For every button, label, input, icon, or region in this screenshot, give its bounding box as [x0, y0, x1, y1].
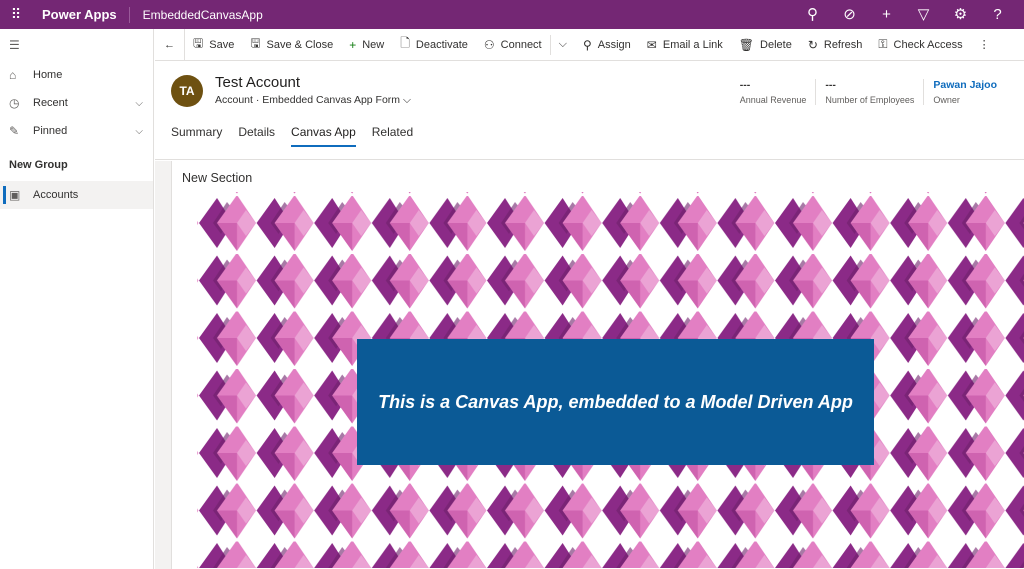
new-button[interactable]: + New: [341, 29, 392, 61]
chevron-down-icon: ⌵: [558, 38, 567, 50]
kpi-owner: Pawan Jajoo Owner: [923, 79, 1006, 105]
app-launcher-icon[interactable]: ⠿: [0, 6, 32, 23]
canvas-app-banner: This is a Canvas App, embedded to a Mode…: [357, 339, 874, 465]
section: New Section This is a Canvas App, embedd…: [171, 161, 1024, 569]
chevron-down-icon: ⌵: [135, 97, 143, 109]
owner-link[interactable]: Pawan Jajoo: [933, 79, 997, 91]
top-bar: ⠿ Power Apps EmbeddedCanvasApp ⚲ ⊘ + ▽ ⚙…: [0, 0, 1024, 29]
sidebar-item-label: Pinned: [33, 125, 68, 137]
kpi-label: Number of Employees: [825, 95, 915, 105]
sidebar-item-label: Home: [33, 69, 63, 81]
chevron-down-icon: ⌵: [402, 94, 411, 106]
label: Deactivate: [415, 38, 468, 51]
deactivate-button[interactable]: 🗋 Deactivate: [392, 29, 476, 61]
email-icon: ✉: [646, 37, 657, 52]
assign-button[interactable]: ⚲ Assign: [575, 29, 639, 61]
task-icon[interactable]: ⊘: [831, 0, 868, 29]
menu-toggle[interactable]: ☰: [0, 29, 153, 61]
sidebar-item-recent[interactable]: ◷ Recent ⌵: [0, 89, 153, 117]
pin-icon: ✎: [9, 124, 20, 138]
sidebar-item-label: Accounts: [33, 189, 79, 201]
kpi-employees: --- Number of Employees: [815, 79, 923, 105]
entity-name: Account: [215, 94, 253, 106]
trash-icon: 🗑: [738, 37, 755, 52]
help-icon[interactable]: ?: [979, 0, 1016, 29]
more-icon: ⋮: [978, 39, 990, 51]
filter-icon[interactable]: ▽: [905, 0, 942, 29]
kpi-value: ---: [825, 79, 836, 91]
tab-details[interactable]: Details: [238, 125, 275, 147]
kpi-label: Owner: [933, 95, 960, 105]
brand-name[interactable]: Power Apps: [32, 6, 130, 23]
check-access-button[interactable]: ⚿ Check Access: [870, 29, 970, 61]
sidebar-item-home[interactable]: ⌂ Home: [0, 61, 153, 89]
sidebar: ☰ ⌂ Home ◷ Recent ⌵ ✎ Pinned ⌵ New Group ▣ Acc…: [0, 29, 154, 569]
form-name: Embedded Canvas App Form: [262, 94, 401, 106]
plus-icon: +: [349, 37, 357, 52]
label: Refresh: [823, 38, 863, 51]
record-subtitle: Account · Embedded Canvas App Form ⌵: [215, 94, 411, 106]
key-icon: ⚿: [878, 37, 888, 51]
accounts-icon: ▣: [9, 188, 21, 202]
avatar: TA: [171, 75, 203, 107]
form-content: New Section This is a Canvas App, embedd…: [155, 161, 1024, 569]
clock-icon: ◷: [9, 96, 20, 110]
sidebar-group-title: New Group: [9, 159, 68, 171]
sidebar-item-pinned[interactable]: ✎ Pinned ⌵: [0, 117, 153, 145]
connect-dropdown[interactable]: ⌵: [549, 34, 575, 55]
save-close-button[interactable]: 🖫 Save & Close: [242, 29, 341, 61]
connect-button[interactable]: ⚇ Connect: [476, 29, 550, 61]
label: Check Access: [893, 38, 963, 51]
kpi-label: Annual Revenue: [739, 95, 807, 105]
add-icon[interactable]: +: [868, 0, 905, 29]
refresh-icon: ↻: [807, 37, 818, 52]
tab-canvas-app[interactable]: Canvas App: [291, 125, 356, 147]
tab-summary[interactable]: Summary: [171, 125, 222, 147]
search-icon[interactable]: ⚲: [794, 0, 831, 29]
label: Save & Close: [266, 38, 334, 51]
settings-icon[interactable]: ⚙: [942, 0, 979, 29]
form-selector[interactable]: Embedded Canvas App Form ⌵: [262, 94, 411, 106]
command-bar: ← 🖫 Save 🖫 Save & Close + New 🗋 Deactivate ⚇…: [155, 28, 1024, 61]
back-arrow-icon: ←: [164, 38, 175, 51]
tab-related[interactable]: Related: [372, 125, 413, 147]
delete-button[interactable]: 🗑 Delete: [731, 29, 800, 61]
more-commands-button[interactable]: ⋮: [971, 29, 998, 61]
app-name[interactable]: EmbeddedCanvasApp: [130, 8, 263, 22]
label: New: [362, 38, 385, 51]
label: Save: [209, 38, 235, 51]
label: Delete: [760, 38, 792, 51]
save-button[interactable]: 🖫 Save: [185, 29, 242, 61]
hamburger-icon: ☰: [9, 38, 20, 52]
record-header: TA Test Account Account · Embedded Canva…: [155, 62, 1024, 160]
sidebar-item-label: Recent: [33, 97, 68, 109]
assign-icon: ⚲: [582, 37, 592, 52]
label: Assign: [597, 38, 631, 51]
label: Connect: [500, 38, 542, 51]
sidebar-item-accounts[interactable]: ▣ Accounts: [0, 181, 153, 209]
connect-icon: ⚇: [483, 37, 495, 52]
deactivate-icon: 🗋: [400, 36, 410, 50]
label: Email a Link: [662, 38, 723, 51]
save-icon: 🖫: [193, 36, 204, 50]
record-title: Test Account: [215, 74, 301, 91]
refresh-button[interactable]: ↻ Refresh: [800, 29, 871, 61]
kpi-value: ---: [739, 79, 751, 91]
email-link-button[interactable]: ✉ Email a Link: [639, 29, 731, 61]
back-button[interactable]: ←: [155, 28, 185, 61]
kpi-annual-revenue: --- Annual Revenue: [731, 79, 816, 105]
home-icon: ⌂: [9, 68, 17, 82]
save-close-icon: 🖫: [250, 36, 261, 50]
section-title: New Section: [182, 171, 253, 185]
chevron-down-icon: ⌵: [135, 125, 143, 137]
